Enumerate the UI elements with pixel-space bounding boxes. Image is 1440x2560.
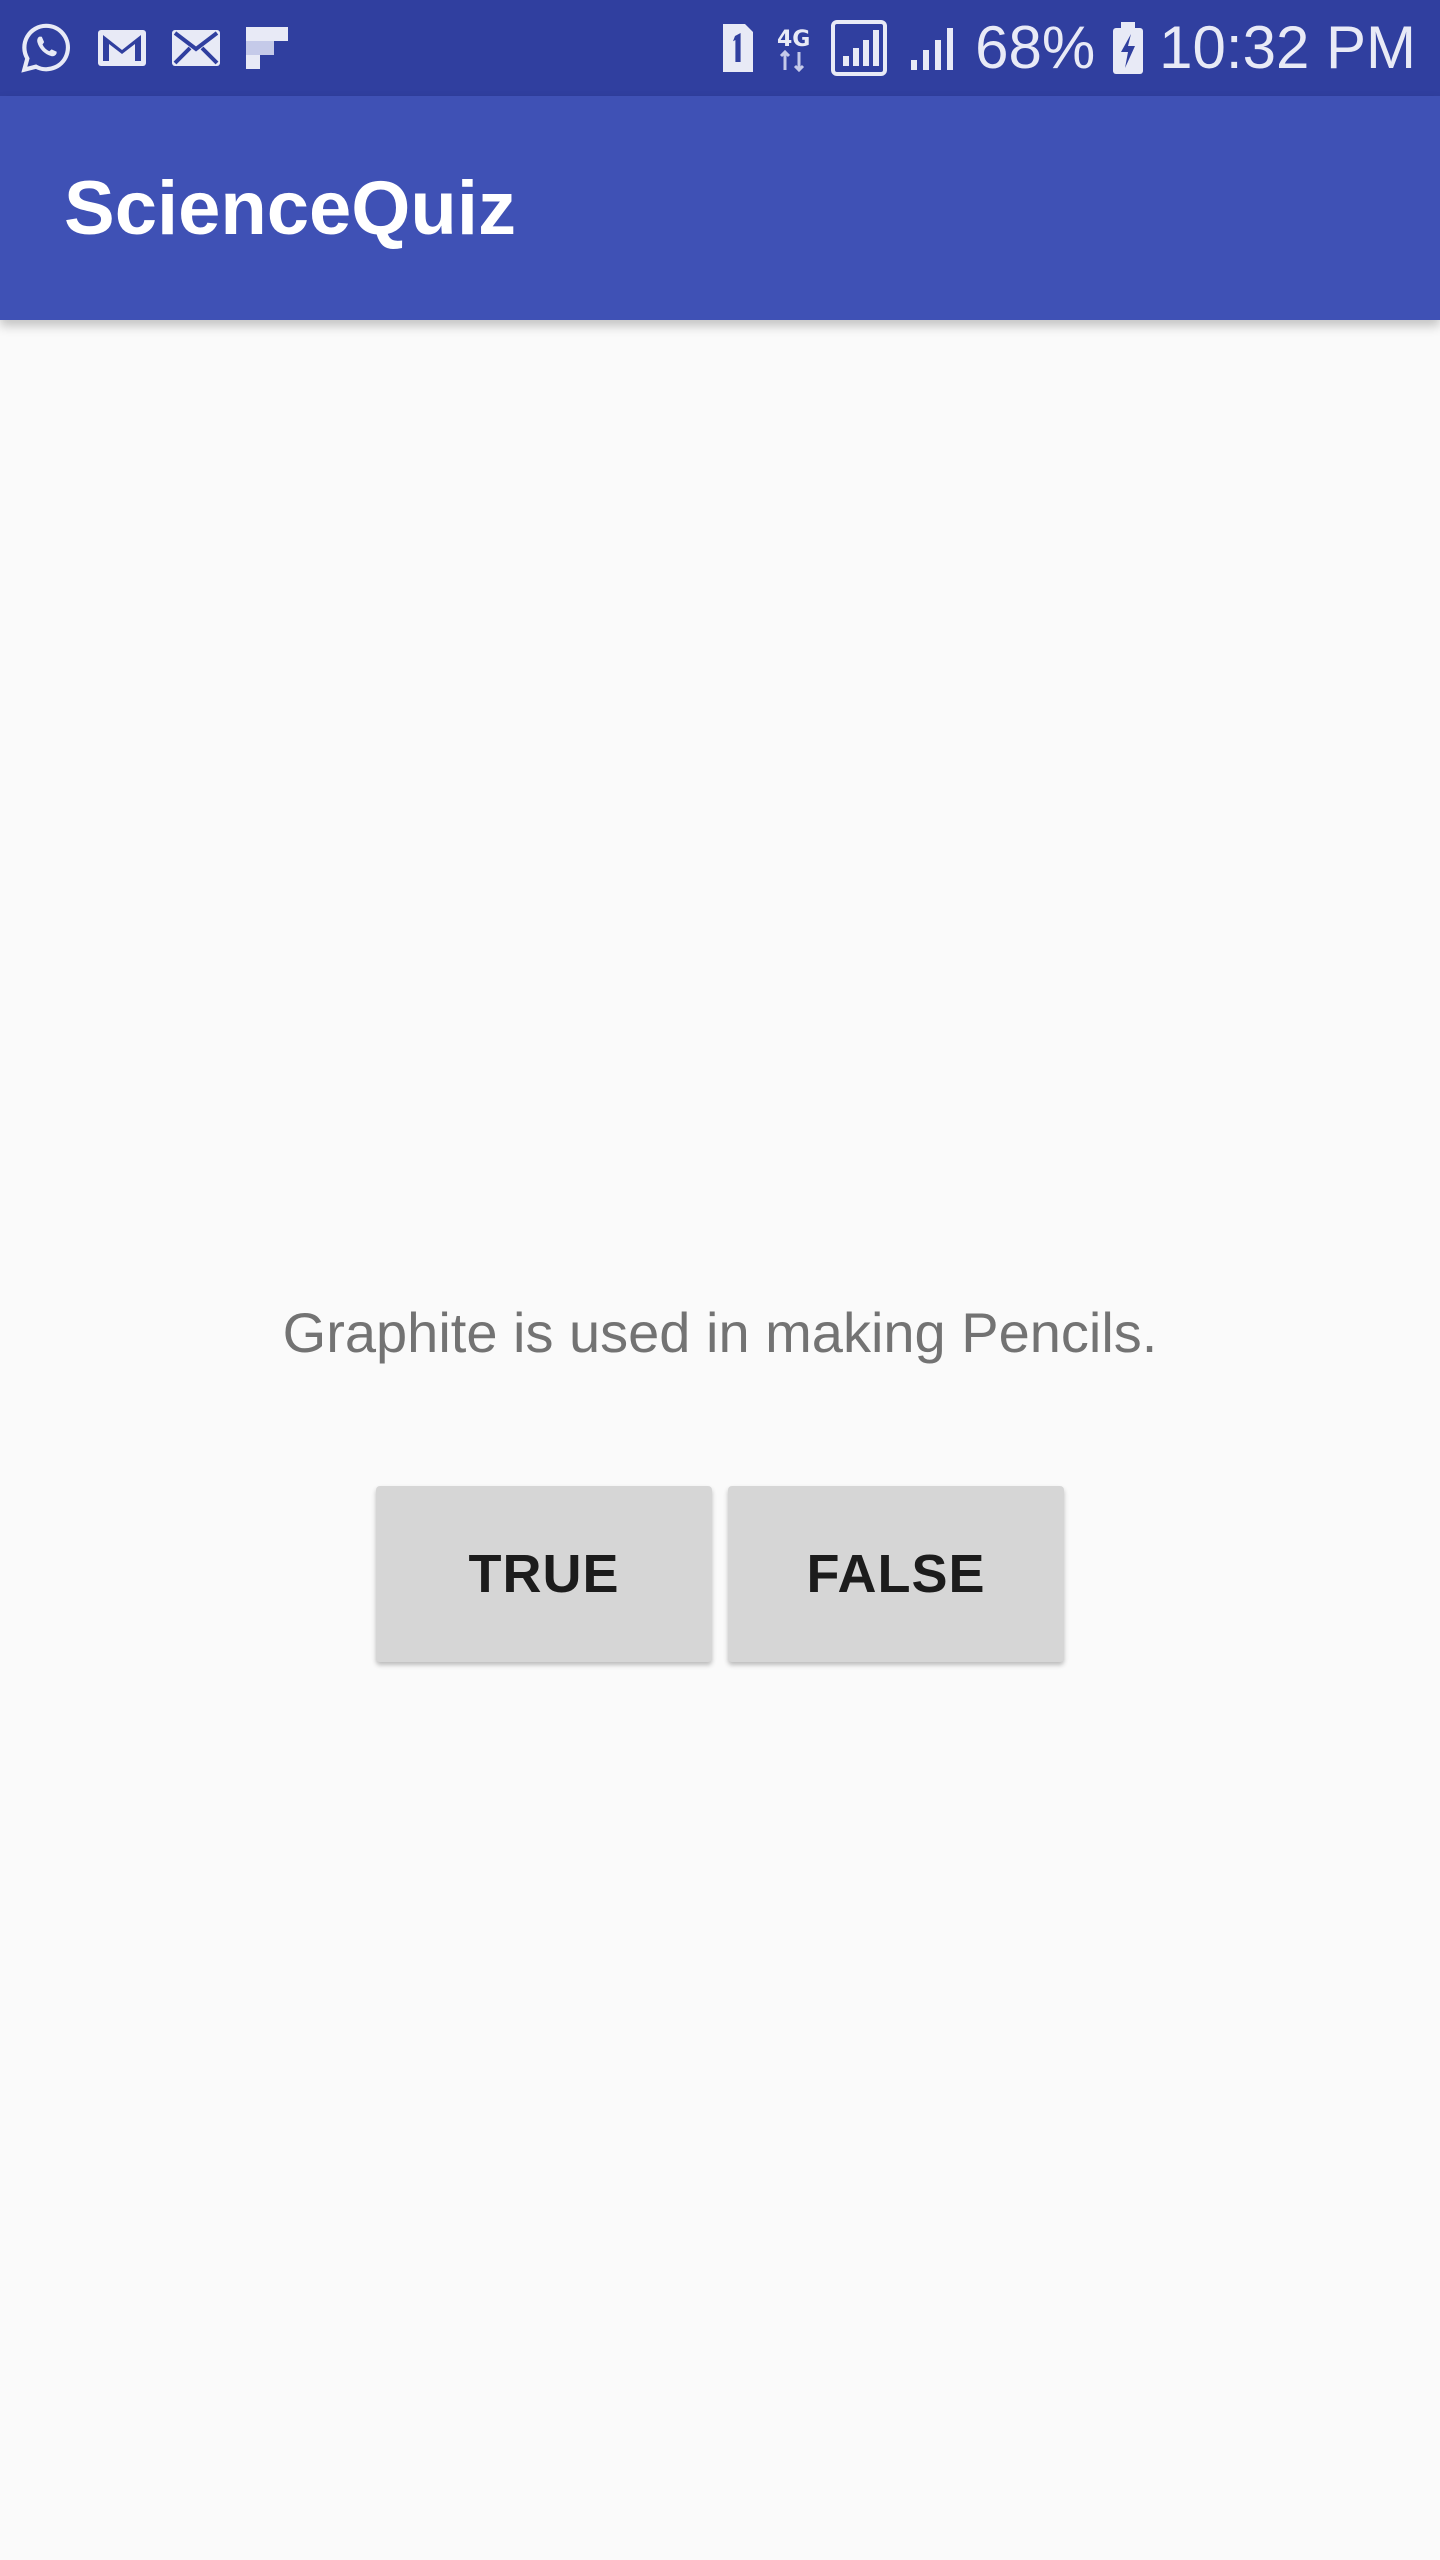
app-title: ScienceQuiz <box>64 165 516 251</box>
battery-charging-icon <box>1111 20 1145 76</box>
false-button[interactable]: FALSE <box>728 1486 1064 1662</box>
system-indicators: 4G 68% 10:32 PM <box>701 18 1416 78</box>
true-button[interactable]: TRUE <box>376 1486 712 1662</box>
notification-icons <box>18 20 312 76</box>
app-bar: ScienceQuiz <box>0 96 1440 320</box>
status-bar: 4G 68% 10:32 PM <box>0 0 1440 96</box>
flipboard-icon <box>244 25 290 71</box>
battery-percent: 68% <box>975 14 1096 81</box>
signal-sim1-icon <box>829 18 889 78</box>
sim-1-icon <box>717 22 757 74</box>
whatsapp-icon <box>18 20 74 76</box>
question-text: Graphite is used in making Pencils. <box>282 1301 1158 1364</box>
email-icon <box>170 27 222 69</box>
4g-data-icon: 4G <box>773 22 813 74</box>
signal-sim2-icon <box>905 20 961 76</box>
svg-text:4G: 4G <box>777 27 810 52</box>
clock: 10:32 PM <box>1159 14 1416 81</box>
answer-buttons: TRUE FALSE <box>376 1486 1064 1662</box>
gmail-icon <box>96 26 148 70</box>
